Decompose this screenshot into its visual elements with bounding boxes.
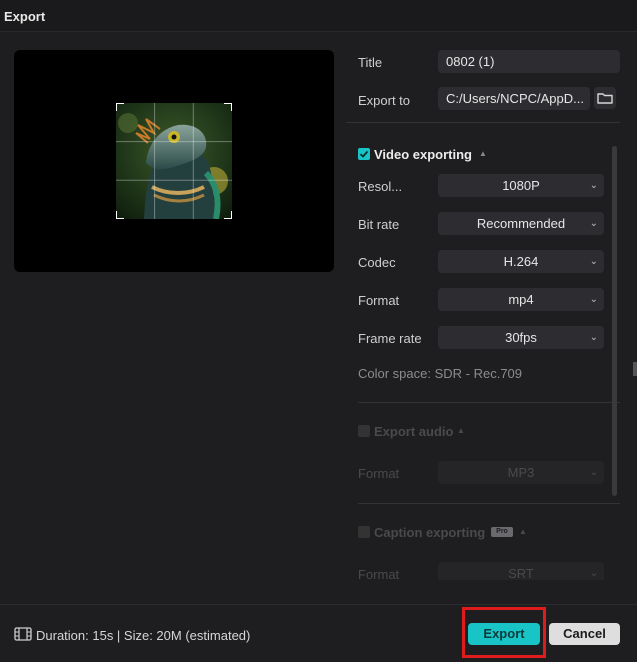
collapse-caret-icon[interactable]: ▲ [457,426,465,435]
header-divider [346,122,620,123]
chevron-down-icon: ⌄ [589,332,598,343]
export-button[interactable]: Export [468,623,540,645]
browse-folder-button[interactable] [594,87,616,109]
color-space-text: Color space: SDR - Rec.709 [358,366,523,381]
title-input[interactable]: 0802 (1) [438,50,620,73]
format-label: Format [358,293,400,308]
checkbox-icon [359,150,369,158]
resolution-label: Resol... [358,179,403,194]
export-audio-title: Export audio [374,424,454,439]
codec-select[interactable]: H.264 ⌄ [438,250,604,273]
audio-format-select[interactable]: MP3 ⌄ [438,461,604,484]
resolution-select[interactable]: 1080P ⌄ [438,174,604,197]
settings-scrollbar[interactable] [612,146,617,496]
chevron-down-icon: ⌄ [589,294,598,305]
caption-format-label: Format [358,567,400,580]
audio-format-label: Format [358,466,400,481]
film-icon [14,627,32,644]
video-exporting-title: Video exporting [374,147,472,162]
export-summary: Duration: 15s | Size: 20M (estimated) [36,628,251,643]
dialog-title: Export [4,9,46,24]
collapse-caret-icon[interactable]: ▲ [519,527,527,536]
framerate-select[interactable]: 30fps ⌄ [438,326,604,349]
collapse-caret-icon[interactable]: ▲ [479,149,487,158]
chevron-down-icon: ⌄ [589,256,598,267]
caption-exporting-checkbox[interactable] [358,526,370,538]
export-audio-checkbox[interactable] [358,425,370,437]
bitrate-value: Recommended [476,216,566,231]
chevron-down-icon: ⌄ [589,180,598,191]
section-divider [358,402,620,403]
export-to-label: Export to [358,93,411,108]
framerate-label: Frame rate [358,331,422,346]
folder-icon [597,93,613,104]
export-path-input[interactable]: C:/Users/NCPC/AppD... [438,87,590,110]
cancel-button[interactable]: Cancel [549,623,620,645]
video-preview [14,50,334,272]
chevron-down-icon: ⌄ [589,568,598,579]
codec-value: H.264 [503,254,539,269]
chevron-down-icon: ⌄ [589,467,598,478]
preview-thumbnail [116,103,232,219]
window-resize-handle[interactable] [633,362,637,376]
codec-label: Codec [358,255,396,270]
format-value: mp4 [508,292,534,307]
title-label: Title [358,55,383,70]
resolution-value: 1080P [502,178,540,193]
bitrate-select[interactable]: Recommended ⌄ [438,212,604,235]
dialog-titlebar: Export [0,0,637,32]
caption-format-row-clip: Format SRT ⌄ [346,555,620,580]
section-divider [358,503,620,504]
caption-exporting-title: Caption exporting [374,525,486,540]
chevron-down-icon: ⌄ [589,218,598,229]
bitrate-label: Bit rate [358,217,400,232]
framerate-value: 30fps [505,330,537,345]
audio-format-value: MP3 [507,465,535,480]
caption-format-select[interactable]: SRT ⌄ [438,562,604,580]
pro-badge: Pro [491,527,513,537]
caption-format-value: SRT [508,566,534,580]
video-exporting-checkbox[interactable] [358,148,370,160]
format-select[interactable]: mp4 ⌄ [438,288,604,311]
